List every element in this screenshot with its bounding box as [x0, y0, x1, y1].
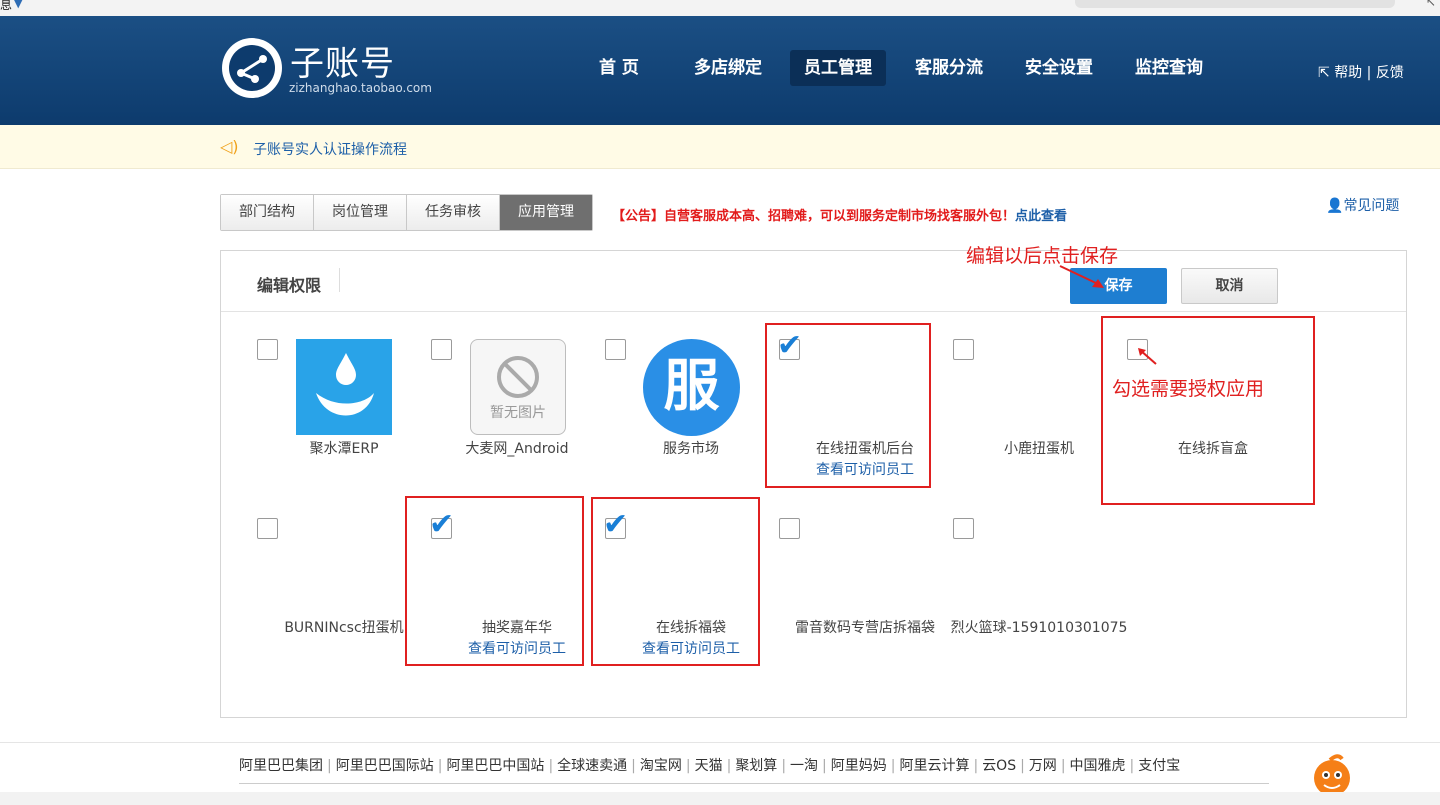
footer-separator: |: [437, 758, 443, 774]
faq-link[interactable]: 👤常见问题: [1326, 195, 1399, 215]
tab-positions[interactable]: 岗位管理: [314, 195, 407, 230]
footer-link[interactable]: 中国雅虎: [1070, 758, 1126, 774]
app-name: 聚水潭ERP: [309, 441, 379, 457]
divider: [339, 268, 340, 292]
footer-link[interactable]: 阿里巴巴中国站: [446, 758, 544, 774]
annotation-box: [1101, 316, 1315, 505]
footer-link[interactable]: 淘宝网: [640, 758, 682, 774]
footer-link[interactable]: 阿里云计算: [899, 758, 969, 774]
notice-link[interactable]: 子账号实人认证操作流程: [253, 139, 407, 159]
feedback-link[interactable]: 反馈: [1376, 65, 1404, 81]
annotation-box: [405, 496, 584, 666]
footer-separator: |: [781, 758, 787, 774]
app-checkbox-xiaolu[interactable]: [953, 339, 974, 360]
announcement-link[interactable]: 点此查看: [1015, 209, 1067, 224]
footer-separator: |: [726, 758, 732, 774]
app-checkbox-service-market[interactable]: [605, 339, 626, 360]
app-name: BURNINcsc扭蛋机: [284, 620, 404, 636]
footer-link[interactable]: 一淘: [790, 758, 818, 774]
external-link-icon: ⇱: [1318, 65, 1330, 81]
app-name: 服务市场: [663, 441, 719, 457]
user-question-icon: 👤: [1326, 198, 1344, 214]
nav-monitor[interactable]: 监控查询: [1121, 50, 1217, 86]
bottom-bar: [0, 792, 1440, 805]
tab-task-review[interactable]: 任务审核: [407, 195, 500, 230]
fu-glyph: 服: [663, 354, 720, 419]
logo-url: zizhanghao.taobao.com: [289, 81, 432, 95]
browser-top-strip: 息 ▼ ↖: [0, 0, 1440, 16]
speaker-icon: ◁): [220, 137, 239, 156]
fu-logo-icon: 服: [643, 339, 740, 436]
footer-links: 阿里巴巴集团 | 阿里巴巴国际站 | 阿里巴巴中国站 | 全球速卖通 | 淘宝网 | 天猫 | 聚划算 |…: [239, 755, 1180, 775]
app-checkbox-burnin[interactable]: [257, 518, 278, 539]
nav-customer-service[interactable]: 客服分流: [901, 50, 997, 86]
annotation-box: [765, 323, 931, 488]
footer-separator: |: [890, 758, 896, 774]
footer-link[interactable]: 支付宝: [1138, 758, 1180, 774]
footer-separator: |: [1020, 758, 1025, 774]
annotation-check-hint: 勾选需要授权应用: [1112, 378, 1265, 400]
help-link[interactable]: 帮助: [1334, 65, 1362, 81]
no-image-icon: 暂无图片: [470, 339, 566, 435]
footer-link[interactable]: 聚划算: [735, 758, 777, 774]
cancel-button[interactable]: 取消: [1181, 268, 1278, 304]
nav-home[interactable]: 首 页: [585, 50, 653, 86]
panel-title: 编辑权限: [257, 276, 322, 295]
footer-link[interactable]: 阿里妈妈: [831, 758, 887, 774]
faq-label[interactable]: 常见问题: [1343, 198, 1399, 214]
popup-shadow: [1075, 0, 1395, 8]
footer-separator: |: [973, 758, 979, 774]
footer-separator: |: [548, 758, 554, 774]
footer-link[interactable]: 全球速卖通: [557, 758, 627, 774]
nav-multi-store[interactable]: 多店绑定: [680, 50, 776, 86]
footer-separator: |: [327, 758, 332, 774]
close-icon[interactable]: ↖: [1426, 0, 1436, 9]
announcement-text: 【公告】自营客服成本高、招聘难，可以到服务定制市场找客服外包！: [612, 209, 1016, 224]
footer-separator: |: [822, 758, 827, 774]
app-name: 小鹿扭蛋机: [1004, 441, 1074, 457]
footer-separator: |: [1129, 758, 1135, 774]
footer-link[interactable]: 万网: [1029, 758, 1057, 774]
no-image-text: 暂无图片: [490, 405, 546, 421]
app-checkbox-jushuitan[interactable]: [257, 339, 278, 360]
annotation-box: [591, 497, 760, 666]
tab-departments[interactable]: 部门结构: [221, 195, 314, 230]
footer-link[interactable]: 阿里巴巴国际站: [336, 758, 434, 774]
annotation-arrow: [1059, 265, 1104, 288]
water-drop-icon: [296, 339, 392, 435]
sub-tabs: 部门结构 岗位管理 任务审核 应用管理: [220, 194, 593, 231]
logo-title[interactable]: 子账号: [290, 36, 395, 85]
chevron-down-icon[interactable]: ▼: [14, 0, 22, 10]
app-name: 雷音数码专营店拆福袋: [795, 620, 935, 636]
nav-security[interactable]: 安全设置: [1011, 50, 1107, 86]
footer-link[interactable]: 天猫: [695, 758, 723, 774]
footer-divider: [239, 783, 1269, 784]
app-name: 大麦网_Android: [465, 441, 569, 457]
help-separator: |: [1366, 65, 1372, 81]
panel-header: 编辑权限 保存 取消: [221, 251, 1406, 312]
footer-link[interactable]: 阿里巴巴集团: [239, 758, 323, 774]
footer-separator: |: [631, 758, 636, 774]
app-checkbox-leiyin[interactable]: [779, 518, 800, 539]
footer-separator: |: [685, 758, 691, 774]
footer-separator: |: [1060, 758, 1066, 774]
app-checkbox-damai[interactable]: [431, 339, 452, 360]
app-name: 烈火篮球-1591010301075: [950, 620, 1128, 636]
logo-icon[interactable]: [222, 38, 282, 98]
nav-staff-management[interactable]: 员工管理: [790, 50, 886, 86]
help-area: ⇱ 帮助 | 反馈: [1318, 62, 1404, 82]
top-strip-text: 息: [0, 0, 13, 12]
app-checkbox-liehuo[interactable]: [953, 518, 974, 539]
footer-link[interactable]: 云OS: [982, 758, 1016, 774]
annotation-arrow: [1138, 348, 1157, 365]
tab-app-management[interactable]: 应用管理: [500, 195, 592, 230]
announcement: 【公告】自营客服成本高、招聘难，可以到服务定制市场找客服外包！点此查看: [612, 205, 1067, 224]
notice-bar: ◁) 子账号实人认证操作流程: [0, 125, 1440, 169]
